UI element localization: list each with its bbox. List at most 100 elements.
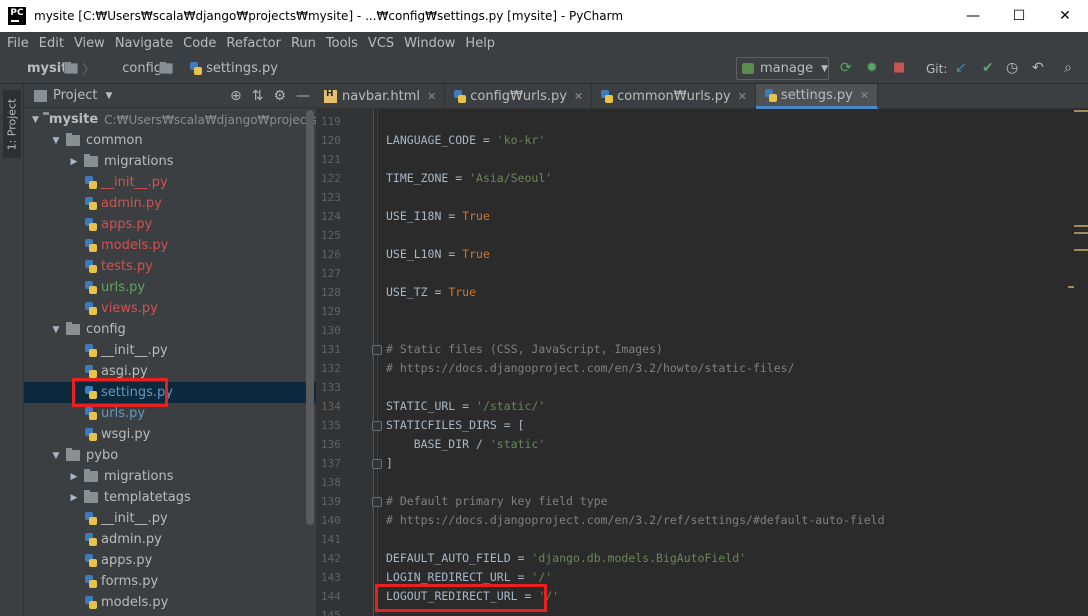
editor-tab[interactable]: common₩urls.py ✕ bbox=[592, 84, 756, 109]
menu-refactor[interactable]: Refactor bbox=[221, 36, 286, 51]
tree-folder-row[interactable]: ▼ mysite C:₩Users₩scala₩django₩projects₩my… bbox=[24, 109, 316, 130]
error-stripe-mark[interactable] bbox=[1074, 232, 1088, 234]
collapsed-arrow-icon[interactable]: ▶ bbox=[68, 493, 80, 503]
tree-file-row[interactable]: admin.py bbox=[24, 529, 316, 550]
tree-file-row[interactable]: admin.py bbox=[24, 193, 316, 214]
tree-file-row[interactable]: __init__.py bbox=[24, 340, 316, 361]
code-editor[interactable]: 119 120 121 122 123 124 125 126 127 128 129 130 131 1… bbox=[316, 109, 1088, 616]
error-stripe-mark[interactable] bbox=[1074, 249, 1088, 251]
line-number: 133 bbox=[321, 381, 341, 394]
code-line[interactable]: USE_TZ = True bbox=[386, 283, 476, 302]
project-tool-tab[interactable]: 1: Project bbox=[3, 90, 21, 158]
close-tab-icon[interactable]: ✕ bbox=[738, 90, 747, 103]
git-update-icon[interactable]: ↙ bbox=[955, 60, 967, 76]
maximize-button[interactable]: ☐ bbox=[996, 0, 1042, 32]
fold-marker-icon[interactable] bbox=[372, 497, 382, 507]
code-line[interactable]: ] bbox=[386, 454, 393, 473]
editor-tab[interactable]: config₩urls.py ✕ bbox=[445, 84, 593, 109]
tree-file-row[interactable]: settings.py bbox=[24, 382, 316, 403]
tree-file-row[interactable]: __init__.py bbox=[24, 172, 316, 193]
code-line[interactable]: TIME_ZONE = 'Asia/Seoul' bbox=[386, 169, 552, 188]
tree-file-row[interactable]: asgi.py bbox=[24, 361, 316, 382]
collapsed-arrow-icon[interactable]: ▶ bbox=[68, 157, 80, 167]
python-file-icon bbox=[84, 596, 97, 609]
breadcrumb-file[interactable]: settings.py bbox=[189, 61, 278, 76]
locate-file-icon[interactable]: ⊕ bbox=[230, 88, 242, 104]
search-icon[interactable]: ⌕ bbox=[1064, 60, 1072, 76]
gear-icon[interactable]: ⚙ bbox=[273, 88, 286, 104]
tree-file-row[interactable]: apps.py bbox=[24, 214, 316, 235]
menu-tools[interactable]: Tools bbox=[321, 36, 363, 51]
menu-file[interactable]: File bbox=[2, 36, 34, 51]
tree-folder-row[interactable]: ▼ pybo bbox=[24, 445, 316, 466]
menu-code[interactable]: Code bbox=[178, 36, 221, 51]
fold-marker-icon[interactable] bbox=[372, 459, 382, 469]
git-history-icon[interactable]: ◷ bbox=[1006, 60, 1018, 76]
tree-file-row[interactable]: apps.py bbox=[24, 550, 316, 571]
code-line[interactable]: # Default primary key field type bbox=[386, 492, 608, 511]
error-stripe-mark[interactable] bbox=[1068, 286, 1074, 288]
breadcrumb-folder[interactable]: config bbox=[103, 61, 174, 76]
tree-file-row[interactable]: urls.py bbox=[24, 403, 316, 424]
code-line[interactable]: # https://docs.djangoproject.com/en/3.2/… bbox=[386, 511, 885, 530]
close-tab-icon[interactable]: ✕ bbox=[574, 90, 583, 103]
error-stripe-mark[interactable] bbox=[1074, 225, 1088, 227]
tree-file-row[interactable]: __init__.py bbox=[24, 508, 316, 529]
stop-icon[interactable]: ■ bbox=[893, 60, 905, 75]
menu-edit[interactable]: Edit bbox=[34, 36, 69, 51]
menu-help[interactable]: Help bbox=[460, 36, 500, 51]
tree-file-row[interactable]: views.py bbox=[24, 298, 316, 319]
close-tab-icon[interactable]: ✕ bbox=[860, 89, 869, 102]
chevron-down-icon[interactable]: ▼ bbox=[105, 91, 112, 101]
tree-folder-row[interactable]: ▶ migrations bbox=[24, 466, 316, 487]
tree-folder-row[interactable]: ▶ migrations bbox=[24, 151, 316, 172]
tree-folder-row[interactable]: ▼ config bbox=[24, 319, 316, 340]
tree-folder-row[interactable]: ▼ common bbox=[24, 130, 316, 151]
expanded-arrow-icon[interactable]: ▼ bbox=[50, 451, 62, 461]
close-tab-icon[interactable]: ✕ bbox=[427, 90, 436, 103]
debug-bug-icon[interactable]: ✹ bbox=[866, 60, 878, 76]
tree-scrollbar-thumb[interactable] bbox=[306, 110, 314, 525]
tree-folder-row[interactable]: ▶ templatetags bbox=[24, 487, 316, 508]
code-line[interactable]: DEFAULT_AUTO_FIELD = 'django.db.models.B… bbox=[386, 549, 746, 568]
menu-view[interactable]: View bbox=[69, 36, 110, 51]
code-line[interactable]: USE_L10N = True bbox=[386, 245, 490, 264]
code-line[interactable]: # Static files (CSS, JavaScript, Images) bbox=[386, 340, 663, 359]
editor-tab[interactable]: settings.py ✕ bbox=[755, 84, 879, 109]
code-line[interactable]: # https://docs.djangoproject.com/en/3.2/… bbox=[386, 359, 795, 378]
menu-window[interactable]: Window bbox=[399, 36, 460, 51]
expanded-arrow-icon[interactable]: ▼ bbox=[50, 136, 62, 146]
tree-file-row[interactable]: models.py bbox=[24, 235, 316, 256]
code-line[interactable]: LANGUAGE_CODE = 'ko-kr' bbox=[386, 131, 545, 150]
project-view-selector[interactable]: Project bbox=[53, 88, 97, 103]
breadcrumb-root[interactable]: mysite bbox=[8, 61, 78, 76]
git-rollback-icon[interactable]: ↶ bbox=[1032, 60, 1044, 76]
tree-file-row[interactable]: urls.py bbox=[24, 277, 316, 298]
tree-file-row[interactable]: wsgi.py bbox=[24, 424, 316, 445]
hide-panel-icon[interactable]: — bbox=[296, 88, 310, 104]
code-line[interactable]: BASE_DIR / 'static' bbox=[386, 435, 546, 454]
code-line[interactable]: STATIC_URL = '/static/' bbox=[386, 397, 545, 416]
rerun-icon[interactable]: ⟳ bbox=[840, 60, 852, 76]
menu-navigate[interactable]: Navigate bbox=[110, 36, 178, 51]
expanded-arrow-icon[interactable]: ▼ bbox=[50, 325, 62, 335]
collapsed-arrow-icon[interactable]: ▶ bbox=[68, 472, 80, 482]
run-config-select[interactable]: manage ▼ bbox=[736, 57, 829, 80]
menu-vcs[interactable]: VCS bbox=[363, 36, 399, 51]
tree-file-row[interactable]: tests.py bbox=[24, 256, 316, 277]
code-line[interactable]: USE_I18N = True bbox=[386, 207, 490, 226]
close-button[interactable]: ✕ bbox=[1042, 0, 1088, 32]
menu-run[interactable]: Run bbox=[286, 36, 321, 51]
tree-file-row[interactable]: models.py bbox=[24, 592, 316, 613]
editor-scrollbar[interactable] bbox=[1080, 109, 1088, 616]
fold-marker-icon[interactable] bbox=[372, 345, 382, 355]
git-commit-icon[interactable]: ✔ bbox=[982, 60, 994, 76]
code-line[interactable]: STATICFILES_DIRS = [ bbox=[386, 416, 524, 435]
editor-tab[interactable]: navbar.html ✕ bbox=[316, 84, 446, 109]
tree-file-row[interactable]: forms.py bbox=[24, 571, 316, 592]
fold-marker-icon[interactable] bbox=[372, 421, 382, 431]
error-stripe-mark[interactable] bbox=[1074, 110, 1088, 112]
expanded-arrow-icon[interactable]: ▼ bbox=[32, 115, 39, 125]
collapse-all-icon[interactable]: ⇅ bbox=[252, 88, 264, 104]
minimize-button[interactable]: — bbox=[950, 0, 996, 32]
